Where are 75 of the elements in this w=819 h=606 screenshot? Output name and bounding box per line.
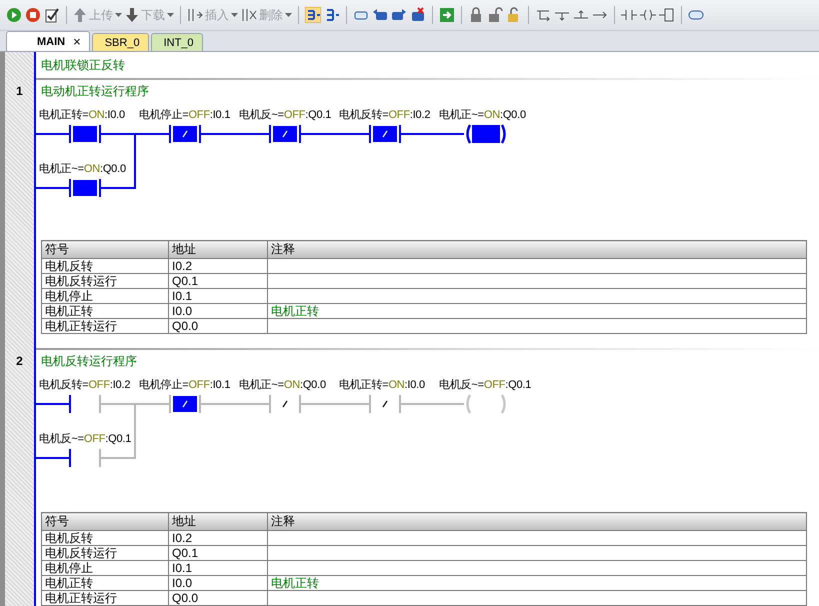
branch-wire bbox=[134, 133, 136, 189]
column-header: 地址 bbox=[168, 512, 268, 530]
column-header: 注释 bbox=[268, 240, 806, 258]
play-icon[interactable] bbox=[6, 7, 22, 23]
table-cell: I0.1 bbox=[168, 288, 268, 304]
network-title: 电动机正转运行程序 bbox=[40, 82, 150, 100]
operand-label: 电机正~=ON:Q0.0 bbox=[238, 378, 326, 393]
operand-label: 电机正转=ON:I0.0 bbox=[38, 108, 125, 123]
table-cell: Q0.0 bbox=[168, 590, 268, 606]
caret-icon bbox=[115, 13, 122, 17]
caret-icon bbox=[285, 13, 292, 17]
operand-label: 电机反转=OFF:I0.2 bbox=[338, 108, 430, 123]
operand-label: 电机正~=ON:Q0.0 bbox=[438, 108, 526, 123]
box-icon[interactable] bbox=[659, 7, 675, 23]
coil-icon[interactable] bbox=[640, 7, 656, 23]
operand-label: 电机正转=ON:I0.0 bbox=[338, 378, 425, 393]
editor-tab[interactable]: INT_0 bbox=[150, 33, 203, 51]
network-number: 2 bbox=[16, 354, 23, 370]
caret-icon bbox=[167, 13, 174, 17]
table-cell: 电机正转运行 bbox=[42, 318, 168, 334]
table-cell: 电机停止 bbox=[42, 288, 168, 304]
network-view-icon[interactable] bbox=[324, 7, 340, 23]
operand-label: 电机反~=OFF:Q0.1 bbox=[238, 108, 332, 123]
table-cell: 电机反转 bbox=[42, 258, 168, 274]
wire bbox=[101, 457, 136, 459]
table-cell: 电机正转 bbox=[268, 576, 806, 590]
operand-label: 电机正~=ON:Q0.0 bbox=[38, 162, 126, 177]
checklist-icon[interactable] bbox=[44, 7, 60, 23]
table-cell: I0.2 bbox=[168, 258, 268, 274]
operand-label: 电机停止=OFF:I0.1 bbox=[138, 108, 230, 123]
left-arrow-icon[interactable] bbox=[372, 7, 388, 23]
table-cell: I0.0 bbox=[168, 304, 268, 318]
table-cell: 电机正转运行 bbox=[42, 590, 168, 606]
network-number: 1 bbox=[16, 84, 23, 100]
delete-icon[interactable] bbox=[410, 7, 426, 23]
operand-label: 电机反~=OFF:Q0.1 bbox=[38, 432, 132, 447]
operand-label: 电机停止=OFF:I0.1 bbox=[138, 378, 230, 393]
column-header: 符号 bbox=[42, 512, 168, 530]
column-header: 地址 bbox=[168, 240, 268, 258]
column-header: 符号 bbox=[42, 240, 168, 258]
caret-icon bbox=[231, 13, 238, 17]
table-cell: Q0.0 bbox=[168, 318, 268, 334]
table-cell: Q0.1 bbox=[168, 274, 268, 288]
table-cell: 电机正转 bbox=[42, 304, 168, 318]
program-title: 电机联锁正反转 bbox=[40, 56, 126, 74]
table-cell: 电机正转 bbox=[268, 304, 806, 318]
up-arrow-icon bbox=[73, 7, 87, 23]
table-cell: Q0.1 bbox=[168, 546, 268, 560]
down-arrow-icon bbox=[125, 7, 139, 23]
right-arrow-icon[interactable] bbox=[391, 7, 407, 23]
enter-icon[interactable] bbox=[439, 7, 455, 23]
network-view-icon[interactable] bbox=[305, 7, 321, 23]
delete-icon bbox=[241, 7, 257, 23]
table-cell: 电机正转 bbox=[42, 576, 168, 590]
table-cell: I0.2 bbox=[168, 530, 268, 546]
insert-icon bbox=[187, 7, 203, 23]
table-cell: 电机反转运行 bbox=[42, 546, 168, 560]
editor-tab[interactable]: SBR_0 bbox=[92, 33, 149, 51]
table-cell: I0.0 bbox=[168, 576, 268, 590]
close-icon[interactable]: × bbox=[73, 34, 81, 49]
lock-icon[interactable] bbox=[468, 7, 484, 23]
wire bbox=[101, 187, 136, 189]
operand-label: 电机反~=OFF:Q0.1 bbox=[438, 378, 532, 393]
table-cell: 电机反转 bbox=[42, 530, 168, 546]
contact-icon[interactable] bbox=[621, 7, 637, 23]
table-cell: 电机反转运行 bbox=[42, 274, 168, 288]
column-header: 注释 bbox=[268, 512, 806, 530]
branch-wire bbox=[134, 403, 136, 459]
editor-tab[interactable]: MAIN × bbox=[6, 31, 90, 51]
operand-label: 电机反转=OFF:I0.2 bbox=[38, 378, 130, 393]
stop-icon[interactable] bbox=[25, 7, 41, 23]
table-cell: 电机停止 bbox=[42, 560, 168, 576]
network-title: 电机反转运行程序 bbox=[40, 352, 138, 370]
unlock-icon[interactable] bbox=[487, 7, 503, 23]
table-cell: I0.1 bbox=[168, 560, 268, 576]
